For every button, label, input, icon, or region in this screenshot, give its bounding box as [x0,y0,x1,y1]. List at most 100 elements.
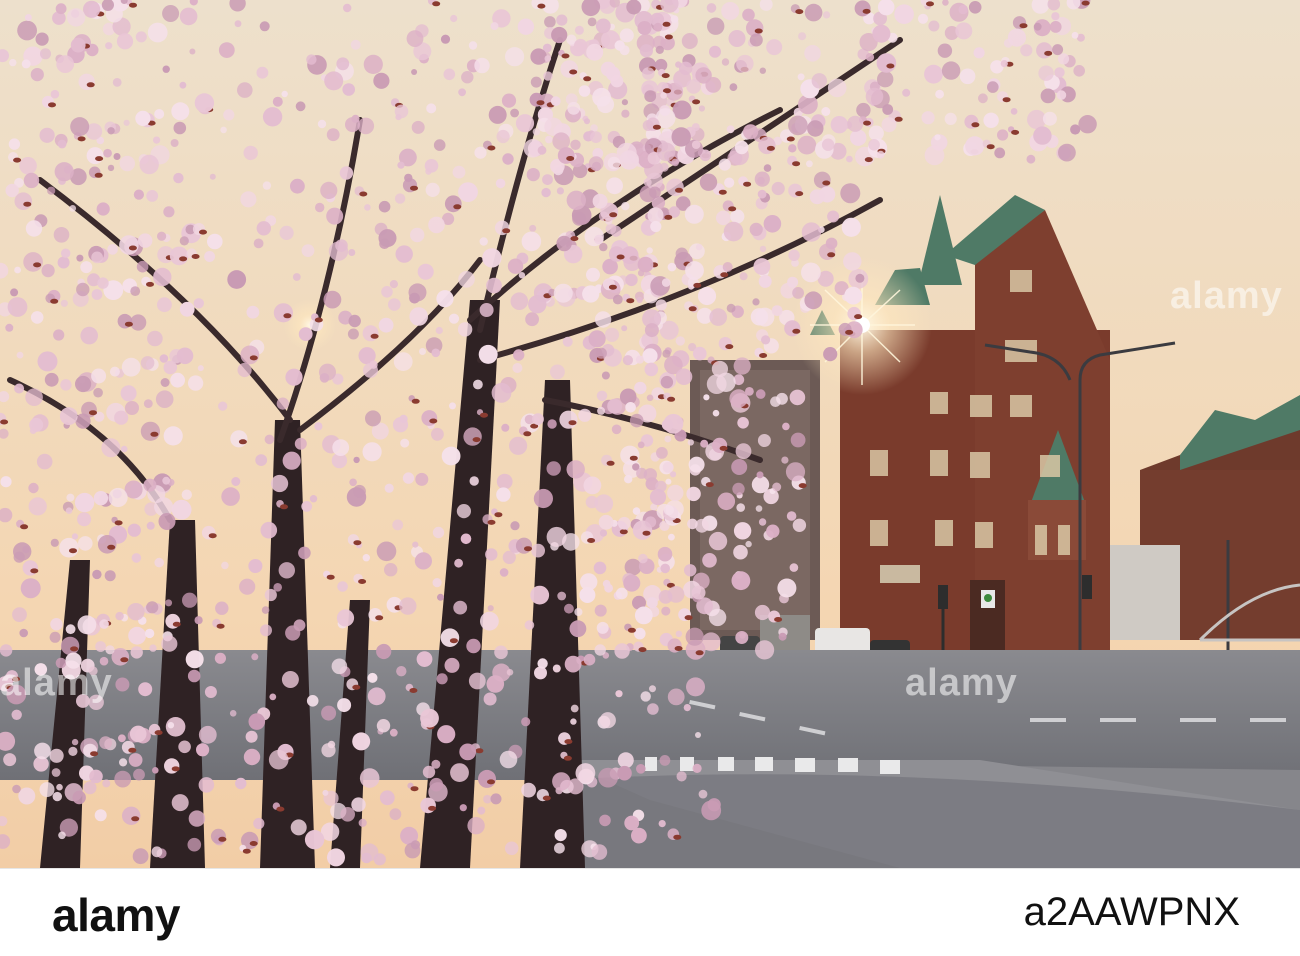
blossom [675,247,688,260]
leaf [12,676,20,682]
blossom [504,47,525,67]
leaf [370,333,379,339]
blossom [827,78,847,98]
blossom [65,507,73,514]
blossom [264,434,275,445]
blossom [825,237,838,250]
blossom [93,387,103,398]
blossom [25,220,43,237]
blossom [557,147,575,164]
blossom [789,563,799,572]
leaf [23,201,32,207]
blossom [637,441,645,449]
blossom [482,248,502,268]
blossom [607,156,621,170]
blossom [968,1,982,14]
blossom [273,303,293,323]
leaf [563,755,572,761]
blossom [664,435,672,443]
blossom [450,14,458,23]
leaf [638,647,647,653]
blossom [147,22,168,43]
leaf [89,410,97,416]
blossom [417,263,434,280]
blossom [788,144,797,153]
blossom [115,611,124,621]
leaf [218,836,227,842]
blossom [40,48,51,60]
blossom [114,410,129,425]
blossom [11,709,22,720]
blossom [392,417,409,433]
blossom [99,736,112,750]
blossom [676,771,687,782]
blossom [813,171,831,189]
blossom [179,236,189,246]
blossom [107,127,115,135]
blossom [797,135,817,155]
blossom [343,3,352,13]
blossom [76,254,84,262]
blossom [400,438,410,448]
blossom [248,559,263,573]
blossom [428,216,445,234]
blossom [510,108,519,118]
footer-logo[interactable]: alamy [52,888,180,942]
blossom [253,238,264,249]
blossom [583,476,602,495]
blossom [730,209,745,224]
blossom [256,221,271,236]
blossom [533,488,554,509]
blossom [189,48,196,55]
blossom [314,422,323,431]
leaf [692,99,701,105]
blossom [610,225,622,237]
blossom [404,173,413,183]
blossom [348,249,356,256]
blossom [634,381,647,395]
blossom [660,92,667,99]
blossom [139,154,159,175]
blossom [615,690,623,698]
blossom [582,285,600,303]
blossom [50,538,59,547]
blossom [683,704,691,712]
blossom [276,397,289,410]
leaf [86,82,95,88]
blossom [512,363,523,373]
blossom [16,351,24,359]
blossom [23,252,43,272]
leaf [523,431,532,437]
blossom [941,61,961,80]
blossom [65,652,82,669]
blossom [881,117,897,133]
blossom [304,830,325,850]
blossom [731,459,748,475]
blossom [49,748,64,763]
blossom [14,192,33,210]
leaf [792,161,801,167]
blossom [841,217,861,237]
blossom [197,365,204,372]
blossom [717,492,736,511]
blossom [458,88,466,97]
blossom [997,129,1009,141]
blossom [705,77,722,93]
blossom [264,588,277,602]
blossom [49,631,61,643]
leaf [792,328,801,334]
blossom [436,290,454,308]
blossom [29,427,37,434]
blossom [611,424,622,435]
blossom [1026,154,1036,164]
leaf [566,156,575,161]
blossom [496,487,511,502]
blossom [567,101,581,115]
leaf [146,281,154,287]
blossom [68,746,78,757]
blossom [78,73,95,91]
blossom [1078,115,1097,134]
blossom [754,604,771,621]
blossom [402,472,415,484]
blossom [56,783,63,791]
